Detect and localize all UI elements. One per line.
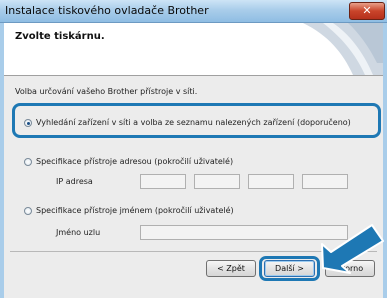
radio-search-network-label[interactable]: Vyhledání zařízení v síti a volba ze sez…: [36, 118, 351, 127]
ip-octet-2-field[interactable]: [194, 174, 240, 189]
radio-specify-name-label[interactable]: Specifikace přístroje jménem (pokročilí …: [36, 206, 234, 215]
window-title: Instalace tiskového ovladače Brother: [5, 4, 209, 17]
close-button[interactable]: ✕: [349, 2, 385, 20]
ip-address-label: IP adresa: [56, 177, 93, 186]
close-icon: ✕: [362, 4, 372, 17]
radio-search-network[interactable]: [24, 119, 32, 127]
title-bar[interactable]: Instalace tiskového ovladače Brother ✕: [0, 0, 387, 23]
back-button[interactable]: < Zpět: [206, 260, 256, 277]
ip-octet-1-field[interactable]: [140, 174, 186, 189]
radio-specify-name[interactable]: [24, 207, 32, 215]
wizard-header: Zvolte tiskárnu.: [4, 23, 383, 76]
node-name-field[interactable]: [140, 225, 348, 240]
next-button[interactable]: Další >: [264, 260, 315, 277]
ip-octet-4-field[interactable]: [302, 174, 348, 189]
intro-text: Volba určování vašeho Brother přístroje …: [15, 87, 198, 96]
header-swoosh-graphic: [303, 23, 383, 75]
pointer-arrow-icon: [321, 224, 384, 274]
radio-specify-address[interactable]: [24, 158, 32, 166]
node-name-label: Jméno uzlu: [56, 228, 101, 237]
page-title: Zvolte tiskárnu.: [15, 31, 105, 42]
installer-window: Instalace tiskového ovladače Brother ✕ Z…: [0, 0, 387, 298]
ip-octet-3-field[interactable]: [248, 174, 294, 189]
radio-specify-address-label[interactable]: Specifikace přístroje adresou (pokročilí…: [36, 157, 233, 166]
